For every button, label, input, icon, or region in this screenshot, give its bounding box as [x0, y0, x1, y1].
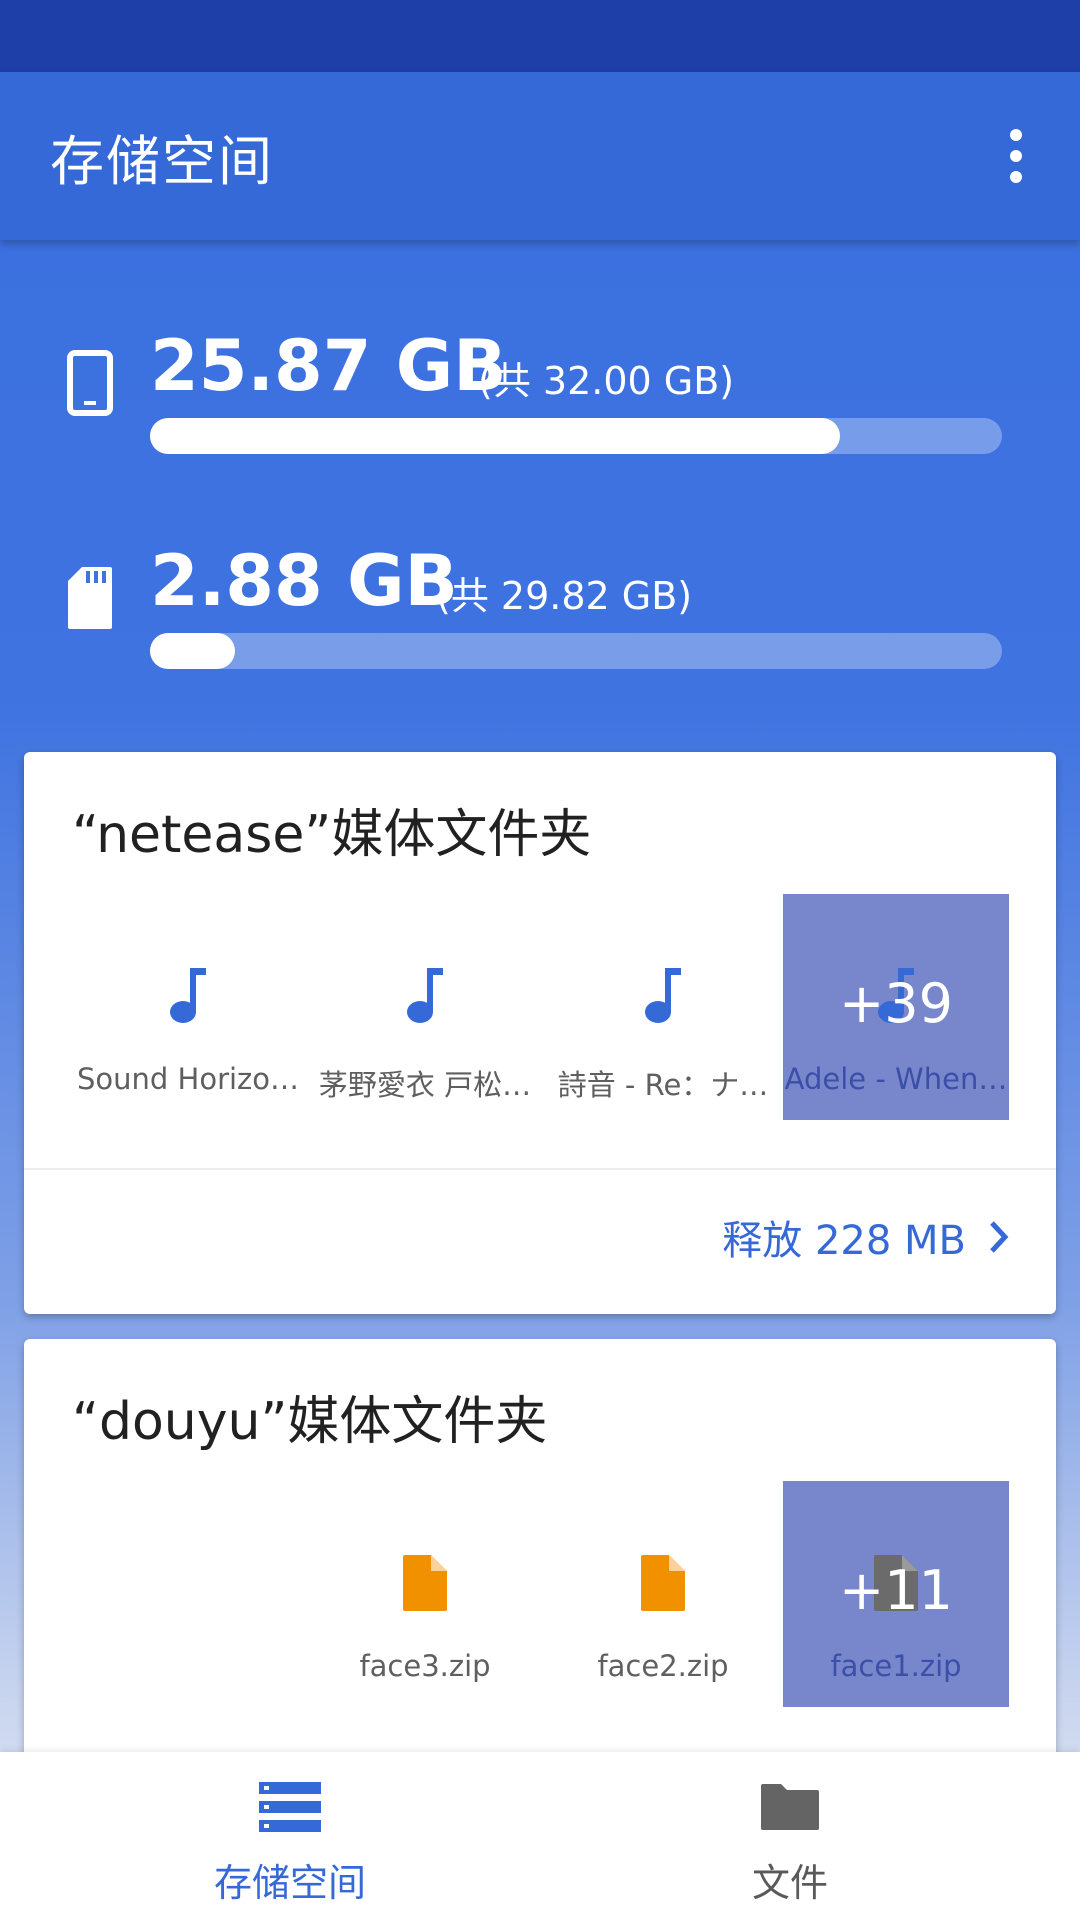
- app-bar: 存储空间: [0, 72, 1080, 240]
- status-bar: [0, 0, 1080, 72]
- file-thumb[interactable]: 茅野愛衣 戸松…: [312, 894, 538, 1120]
- more-count: +39: [839, 972, 953, 1035]
- file-icon: [641, 1555, 685, 1611]
- storage-progress-bar: [150, 418, 1002, 454]
- folder-icon: [761, 1784, 819, 1830]
- card-title: “douyu”媒体文件夹: [72, 1392, 548, 1452]
- storage-progress-fill: [150, 418, 841, 454]
- file-name: Sound Horizo…: [76, 1062, 300, 1096]
- file-icon: [403, 1555, 447, 1611]
- storage-total-value: (共 29.82 GB): [436, 574, 693, 618]
- nav-item-files[interactable]: 文件: [520, 1752, 1060, 1920]
- file-name: face2.zip: [597, 1649, 729, 1683]
- divider: [24, 1168, 1056, 1170]
- storage-total-value: (共 32.00 GB): [478, 359, 735, 403]
- sd-card-icon: [68, 567, 112, 629]
- nav-item-storage[interactable]: 存储空间: [20, 1752, 560, 1920]
- file-thumb[interactable]: face3.zip: [312, 1481, 538, 1707]
- card-title: “netease”媒体文件夹: [72, 805, 592, 865]
- file-name: face1.zip: [830, 1649, 962, 1683]
- media-folder-card-douyu: “douyu”媒体文件夹 face3.zip face2.zip +11 fac…: [24, 1339, 1056, 1779]
- file-thumb[interactable]: 詩音 - Re：ナ…: [550, 894, 776, 1120]
- more-count: +11: [839, 1559, 953, 1622]
- chevron-right-icon: [990, 1221, 1009, 1253]
- free-space-label: 释放 228 MB: [722, 1218, 966, 1264]
- nav-label: 文件: [751, 1861, 828, 1905]
- free-space-button[interactable]: 释放 228 MB: [722, 1208, 1010, 1266]
- media-folder-card-netease: “netease”媒体文件夹 Sound Horizo… 茅野愛衣 戸松… 詩音…: [24, 752, 1056, 1314]
- sd-storage-row[interactable]: 2.88 GB (共 29.82 GB): [0, 535, 1080, 669]
- file-name: Adele - When…: [784, 1062, 1008, 1096]
- bottom-navigation: 存储空间 文件: [0, 1752, 1080, 1920]
- storage-icon: [259, 1782, 321, 1832]
- file-thumb[interactable]: Sound Horizo…: [75, 894, 301, 1120]
- more-files-tile[interactable]: +39 Adele - When…: [783, 894, 1009, 1120]
- page-title: 存储空间: [50, 129, 274, 193]
- music-note-icon: [407, 968, 443, 1023]
- storage-used-value: 25.87 GB: [150, 325, 507, 407]
- file-name: face3.zip: [359, 1649, 491, 1683]
- nav-label: 存储空间: [213, 1861, 366, 1905]
- file-thumb[interactable]: face2.zip: [550, 1481, 776, 1707]
- file-name: 詩音 - Re：ナ…: [557, 1068, 769, 1102]
- storage-progress-bar: [150, 633, 1002, 669]
- storage-used-value: 2.88 GB: [150, 540, 458, 622]
- more-vert-icon[interactable]: [992, 120, 1040, 192]
- internal-storage-row[interactable]: 25.87 GB (共 32.00 GB): [0, 320, 1080, 454]
- file-name: 茅野愛衣 戸松…: [318, 1068, 532, 1102]
- music-note-icon: [645, 968, 681, 1023]
- music-note-icon: [170, 968, 206, 1023]
- more-files-tile[interactable]: +11 face1.zip: [783, 1481, 1009, 1707]
- storage-progress-fill: [150, 633, 236, 669]
- phone-icon: [67, 350, 113, 416]
